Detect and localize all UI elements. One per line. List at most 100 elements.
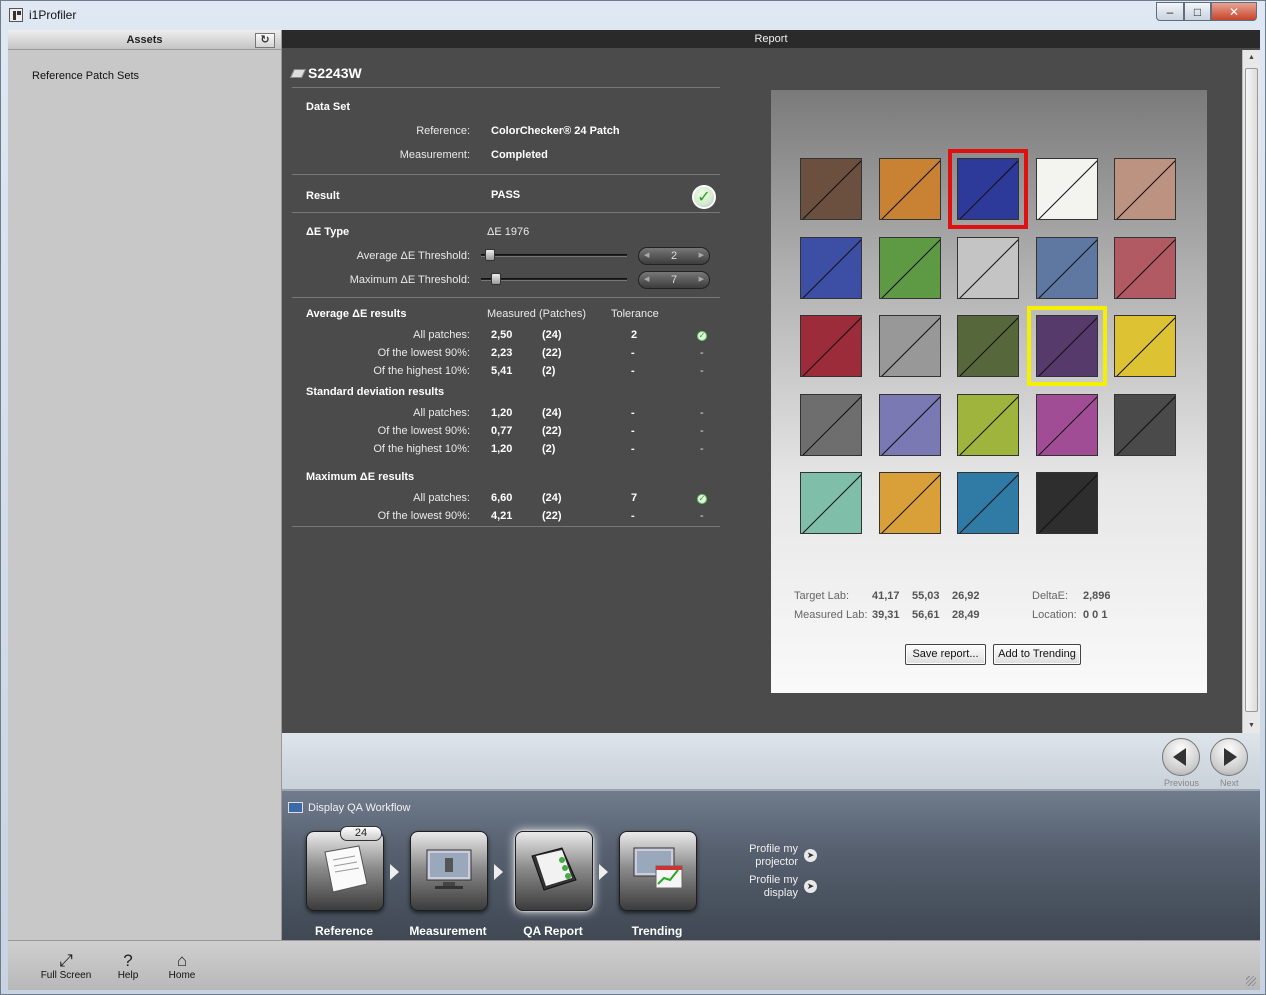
avg-threshold-slider-thumb[interactable]	[485, 249, 495, 261]
help-button[interactable]: ? Help	[108, 951, 148, 981]
std-results-heading: Standard deviation results	[306, 386, 445, 398]
step-label-measurement: Measurement	[409, 924, 487, 938]
result-row-status: -	[700, 425, 704, 437]
color-patch[interactable]	[957, 315, 1019, 377]
measured-lab-l: 39,31	[872, 609, 900, 621]
result-row-label: All patches:	[413, 329, 470, 341]
result-row-measured: 5,41	[491, 365, 513, 377]
color-patch[interactable]	[957, 393, 1019, 456]
report-area: Report S2243W Data Set Reference: ColorC…	[282, 30, 1260, 733]
delta-e-type-label: ΔE Type	[306, 226, 350, 238]
resize-grip-icon[interactable]	[1246, 976, 1256, 986]
color-patch[interactable]	[1114, 393, 1176, 456]
color-patch[interactable]	[1035, 393, 1098, 456]
measured-lab-label: Measured Lab:	[794, 609, 868, 621]
result-row-measured: 4,21	[491, 510, 513, 522]
refresh-button[interactable]: ↻	[255, 33, 275, 48]
save-report-button[interactable]: Save report...	[905, 644, 986, 665]
result-row-tolerance: 2	[631, 329, 638, 341]
result-row-tolerance: -	[631, 425, 635, 437]
monitor-measure-icon	[426, 849, 472, 889]
scroll-down-icon[interactable]: ▼	[1248, 722, 1255, 729]
result-row-measured: 1,20	[491, 407, 513, 419]
delta-e-value: 2,896	[1083, 590, 1111, 602]
result-label: Result	[306, 190, 340, 202]
decrement-icon[interactable]: ◀	[644, 248, 649, 264]
scroll-up-icon[interactable]: ▲	[1248, 54, 1255, 61]
asset-item-reference-patch-sets[interactable]: Reference Patch Sets	[32, 70, 139, 82]
next-button[interactable]	[1210, 738, 1248, 776]
help-label: Help	[117, 970, 139, 981]
result-row-status: -	[700, 365, 704, 377]
close-button[interactable]: ✕	[1211, 2, 1257, 21]
color-patch[interactable]	[1026, 306, 1107, 386]
step-measurement[interactable]	[410, 831, 488, 911]
color-patch[interactable]	[1035, 158, 1098, 220]
result-row-label: Of the highest 10%:	[373, 365, 470, 377]
step-reference[interactable]	[306, 831, 384, 911]
increment-icon[interactable]: ▶	[699, 248, 704, 264]
result-row-patches: (2)	[542, 365, 556, 377]
max-threshold-slider-thumb[interactable]	[491, 273, 501, 285]
color-patch[interactable]	[800, 158, 862, 220]
result-row-measured: 2,50	[491, 329, 513, 341]
color-patch[interactable]	[1035, 472, 1098, 534]
minimize-button[interactable]: –	[1156, 2, 1184, 21]
step-qa-report[interactable]	[515, 831, 593, 911]
arrow-right-circle-icon[interactable]: ➤	[804, 849, 817, 862]
color-patch[interactable]	[878, 315, 941, 377]
assets-header: Assets ↻	[8, 30, 281, 50]
color-patch[interactable]	[878, 236, 941, 299]
profile-display-link[interactable]: Profile my display	[728, 874, 798, 900]
max-threshold-label: Maximum ΔE Threshold:	[349, 274, 470, 286]
color-patch[interactable]	[957, 472, 1019, 534]
step-trending[interactable]	[619, 831, 697, 911]
max-threshold-stepper[interactable]: ◀ 7 ▶	[638, 271, 710, 289]
avg-threshold-value: 2	[670, 250, 678, 262]
previous-button[interactable]	[1162, 738, 1200, 776]
color-patch[interactable]	[878, 472, 941, 534]
delta-e-label: DeltaE:	[1032, 590, 1069, 602]
bottom-toolbar: ⤢ Full Screen ? Help ⌂ Home	[8, 940, 1260, 990]
edit-pencil-icon[interactable]	[289, 68, 307, 78]
monitor-icon	[288, 802, 303, 813]
result-row-status: -	[700, 510, 704, 522]
color-patch[interactable]	[800, 315, 862, 377]
color-patch[interactable]	[948, 149, 1028, 229]
measured-lab-b: 28,49	[952, 609, 980, 621]
result-row-label: Of the lowest 90%:	[377, 347, 470, 359]
vertical-scrollbar[interactable]: ▲ ▼	[1242, 50, 1260, 733]
avg-threshold-stepper[interactable]: ◀ 2 ▶	[638, 247, 710, 265]
increment-icon[interactable]: ▶	[699, 272, 704, 288]
result-row-tolerance: -	[631, 407, 635, 419]
result-row-measured: 1,20	[491, 443, 513, 455]
result-row-tolerance: -	[631, 365, 635, 377]
scrollbar-thumb[interactable]	[1245, 68, 1258, 712]
color-patch[interactable]	[800, 236, 862, 299]
full-screen-button[interactable]: ⤢ Full Screen	[36, 951, 96, 981]
result-row-label: Of the highest 10%:	[373, 443, 470, 455]
color-patch[interactable]	[800, 393, 862, 456]
arrow-right-circle-icon[interactable]: ➤	[804, 880, 817, 893]
color-patch[interactable]	[1114, 236, 1176, 299]
maximize-button[interactable]: □	[1184, 2, 1211, 21]
color-patch[interactable]	[1114, 158, 1176, 220]
workflow-title: Display QA Workflow	[308, 802, 411, 814]
avg-threshold-slider[interactable]	[481, 249, 627, 261]
max-threshold-slider[interactable]	[481, 273, 627, 285]
profile-projector-link[interactable]: Profile my projector	[728, 843, 798, 869]
color-patch[interactable]	[878, 393, 941, 456]
color-patch[interactable]	[957, 236, 1019, 299]
color-patch[interactable]	[1035, 236, 1098, 299]
result-row-patches: (24)	[542, 492, 562, 504]
add-to-trending-button[interactable]: Add to Trending	[993, 644, 1081, 665]
home-button[interactable]: ⌂ Home	[162, 951, 202, 981]
decrement-icon[interactable]: ◀	[644, 272, 649, 288]
qa-report-icon	[531, 847, 577, 891]
measurement-label: Measurement:	[399, 149, 470, 161]
color-patch[interactable]	[878, 158, 941, 220]
result-row-tolerance: -	[631, 347, 635, 359]
color-patch[interactable]	[800, 472, 862, 534]
col-tolerance-header: Tolerance	[611, 308, 659, 320]
color-patch[interactable]	[1114, 315, 1176, 377]
